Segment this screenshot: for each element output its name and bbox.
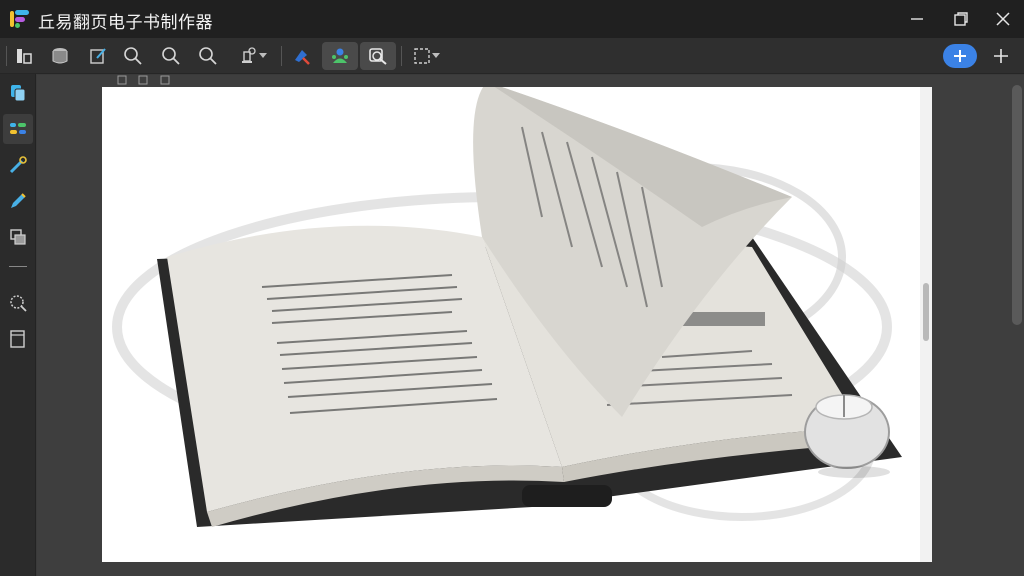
sidebar-item-layers[interactable] (3, 222, 33, 252)
sidebar-divider (9, 266, 27, 267)
paint-button[interactable] (286, 42, 316, 70)
left-sidebar (0, 74, 36, 576)
users-button[interactable] (322, 42, 358, 70)
find-replace-icon (369, 48, 387, 65)
close-button[interactable] (990, 6, 1016, 32)
close-icon (996, 12, 1010, 26)
selection-icon (414, 48, 430, 64)
chevron-down-icon (432, 53, 440, 58)
sidebar-item-components[interactable] (3, 114, 33, 144)
plus-icon (994, 49, 1008, 63)
zoom-in-icon (162, 47, 180, 65)
ruler-marker-icon (117, 75, 170, 85)
zoom-out-button[interactable] (193, 42, 223, 70)
users-icon (332, 48, 348, 63)
toolbar-handle (6, 46, 7, 66)
restore-icon (954, 12, 968, 26)
sidebar-item-pen[interactable] (3, 186, 33, 216)
sidebar-item-pages[interactable] (3, 78, 33, 108)
pages-icon (11, 85, 26, 102)
page-vertical-scrollbar[interactable] (920, 87, 932, 562)
minimize-icon (911, 18, 923, 20)
pen-icon (11, 193, 26, 208)
tools-icon (9, 156, 27, 174)
app-logo-icon (10, 10, 29, 28)
edit-page-button[interactable] (83, 42, 113, 70)
scrollbar-thumb[interactable] (923, 283, 929, 341)
layout-button[interactable] (9, 42, 39, 70)
find-replace-button[interactable] (360, 42, 396, 70)
edit-page-icon (90, 48, 106, 64)
title-bar: 丘易翻页电子书制作器 (0, 0, 1024, 38)
add-button[interactable] (943, 44, 977, 68)
layout-icon (17, 49, 32, 64)
zoom-out-icon (199, 47, 217, 65)
toolbar (0, 38, 1024, 74)
template-icon (10, 330, 25, 348)
sidebar-item-search[interactable] (3, 288, 33, 318)
paint-icon (295, 50, 310, 65)
flipbook-illustration (112, 87, 902, 527)
stamp-dropdown-button[interactable] (230, 42, 274, 70)
search-button[interactable] (118, 42, 148, 70)
restore-button[interactable] (948, 6, 974, 32)
stamp-icon (242, 47, 256, 63)
app-window: 丘易翻页电子书制作器 (0, 0, 1024, 576)
minimize-button[interactable] (904, 6, 930, 32)
app-title: 丘易翻页电子书制作器 (38, 13, 213, 33)
zoom-in-button[interactable] (156, 42, 186, 70)
selection-dropdown-button[interactable] (406, 42, 446, 70)
search-icon (124, 47, 142, 65)
components-icon (10, 123, 26, 134)
sidebar-item-template[interactable] (3, 324, 33, 354)
database-icon (52, 48, 68, 64)
toolbar-divider (281, 46, 282, 66)
new-button[interactable] (986, 42, 1016, 70)
page-canvas[interactable] (102, 87, 920, 562)
search-icon (10, 295, 27, 312)
chevron-down-icon (259, 53, 267, 58)
toolbar-divider (401, 46, 402, 66)
plus-icon (954, 50, 966, 62)
sidebar-item-tools[interactable] (3, 150, 33, 180)
workspace-scrollbar[interactable] (1012, 85, 1022, 325)
layers-icon (10, 229, 26, 245)
database-button[interactable] (45, 42, 75, 70)
